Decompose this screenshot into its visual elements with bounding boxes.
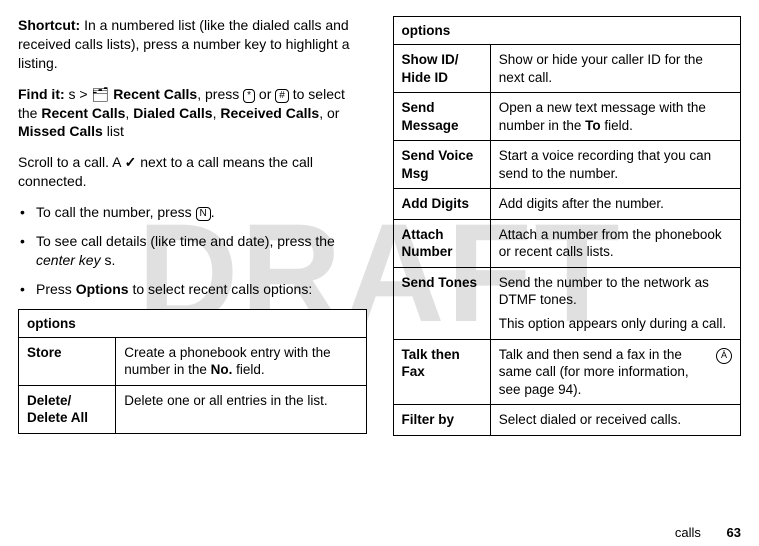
recent-calls-2: Recent Calls bbox=[41, 105, 125, 121]
options-table-right: options Show ID/ Hide ID Show or hide yo… bbox=[393, 16, 742, 436]
options-caption-right: options bbox=[393, 17, 741, 45]
shortcut-paragraph: Shortcut: In a numbered list (like the d… bbox=[18, 16, 367, 73]
feature-icon bbox=[716, 348, 732, 364]
b3b: to select recent calls options: bbox=[129, 281, 313, 297]
b1b: . bbox=[211, 204, 215, 220]
d: Talk and then send a fax in the same cal… bbox=[499, 347, 689, 397]
b2a: To see call details (like time and date)… bbox=[36, 233, 335, 249]
recent-icon: 🗂 bbox=[92, 86, 110, 102]
opt-label: Store bbox=[19, 337, 116, 385]
table-row: Send Message Open a new text message wit… bbox=[393, 93, 741, 141]
b3a: Press bbox=[36, 281, 76, 297]
opt-label: Attach Number bbox=[393, 219, 490, 267]
db: To bbox=[585, 118, 601, 133]
table-row: Show ID/ Hide ID Show or hide your calle… bbox=[393, 45, 741, 93]
opt-label: Talk then Fax bbox=[393, 339, 490, 405]
left-column: Shortcut: In a numbered list (like the d… bbox=[18, 16, 367, 506]
dialed-calls: Dialed Calls bbox=[133, 105, 212, 121]
table-row: Delete/ Delete All Delete one or all ent… bbox=[19, 385, 367, 433]
recent-calls-1: Recent Calls bbox=[113, 86, 197, 102]
bullet-2: To see call details (like time and date)… bbox=[18, 232, 367, 270]
opt-desc: Open a new text message with the number … bbox=[490, 93, 740, 141]
opt-desc: Select dialed or received calls. bbox=[490, 405, 740, 436]
center-key-glyph: s bbox=[101, 252, 112, 268]
opt-desc: Delete one or all entries in the list. bbox=[116, 385, 366, 433]
table-row: Add Digits Add digits after the number. bbox=[393, 189, 741, 220]
press-word: , press bbox=[197, 86, 243, 102]
d-extra: This option appears only during a call. bbox=[499, 315, 732, 333]
opt-desc: Add digits after the number. bbox=[490, 189, 740, 220]
b2b: . bbox=[111, 252, 115, 268]
options-caption-left: options bbox=[19, 309, 367, 337]
opt-desc: Talk and then send a fax in the same cal… bbox=[490, 339, 740, 405]
opt-label: Send Voice Msg bbox=[393, 141, 490, 189]
bullet-3: Press Options to select recent calls opt… bbox=[18, 280, 367, 299]
scroll-paragraph: Scroll to a call. A ✓ next to a call mea… bbox=[18, 153, 367, 191]
key-hash: # bbox=[275, 89, 289, 103]
scroll-a: Scroll to a call. A bbox=[18, 154, 125, 170]
bullet-list: To call the number, press N. To see call… bbox=[18, 203, 367, 299]
options-table-left: options Store Create a phonebook entry w… bbox=[18, 309, 367, 434]
opt-label: Send Tones bbox=[393, 267, 490, 339]
d: Send the number to the network as DTMF t… bbox=[499, 274, 732, 309]
table-row: Store Create a phonebook entry with the … bbox=[19, 337, 367, 385]
center-key-italic: center key bbox=[36, 252, 101, 268]
page-columns: Shortcut: In a numbered list (like the d… bbox=[0, 0, 759, 516]
table-row: Attach Number Attach a number from the p… bbox=[393, 219, 741, 267]
opt-desc: Show or hide your caller ID for the next… bbox=[490, 45, 740, 93]
nav-glyph: s bbox=[69, 86, 76, 102]
c3: , or bbox=[319, 105, 339, 121]
send-key: N bbox=[196, 207, 211, 221]
opt-desc: Attach a number from the phonebook or re… bbox=[490, 219, 740, 267]
opt-label: Add Digits bbox=[393, 189, 490, 220]
opt-desc: Start a voice recording that you can sen… bbox=[490, 141, 740, 189]
page-footer: calls 63 bbox=[675, 525, 741, 540]
opt-label: Send Message bbox=[393, 93, 490, 141]
right-column: options Show ID/ Hide ID Show or hide yo… bbox=[393, 16, 742, 506]
table-row: Send Voice Msg Start a voice recording t… bbox=[393, 141, 741, 189]
table-row: Filter by Select dialed or received call… bbox=[393, 405, 741, 436]
d2: field. bbox=[232, 362, 264, 377]
received-calls: Received Calls bbox=[220, 105, 319, 121]
opt-label: Delete/ Delete All bbox=[19, 385, 116, 433]
checkmark-icon: ✓ bbox=[125, 154, 137, 170]
shortcut-label: Shortcut: bbox=[18, 17, 80, 33]
opt-desc: Create a phonebook entry with the number… bbox=[116, 337, 366, 385]
table-row: Send Tones Send the number to the networ… bbox=[393, 267, 741, 339]
table-row: Talk then Fax Talk and then send a fax i… bbox=[393, 339, 741, 405]
chapter-name: calls bbox=[675, 525, 701, 540]
options-word: Options bbox=[76, 281, 129, 297]
bullet-1: To call the number, press N. bbox=[18, 203, 367, 222]
d2: field. bbox=[601, 118, 633, 133]
missed-calls: Missed Calls bbox=[18, 123, 103, 139]
page-number: 63 bbox=[727, 525, 741, 540]
key-star: * bbox=[243, 89, 255, 103]
gt: > bbox=[76, 86, 92, 102]
findit-paragraph: Find it: s > 🗂 Recent Calls, press * or … bbox=[18, 85, 367, 142]
or-word: or bbox=[255, 86, 275, 102]
findit-label: Find it: bbox=[18, 86, 65, 102]
opt-label: Filter by bbox=[393, 405, 490, 436]
opt-desc: Send the number to the network as DTMF t… bbox=[490, 267, 740, 339]
opt-label: Show ID/ Hide ID bbox=[393, 45, 490, 93]
db: No. bbox=[211, 362, 233, 377]
list-word: list bbox=[103, 123, 124, 139]
b1a: To call the number, press bbox=[36, 204, 196, 220]
